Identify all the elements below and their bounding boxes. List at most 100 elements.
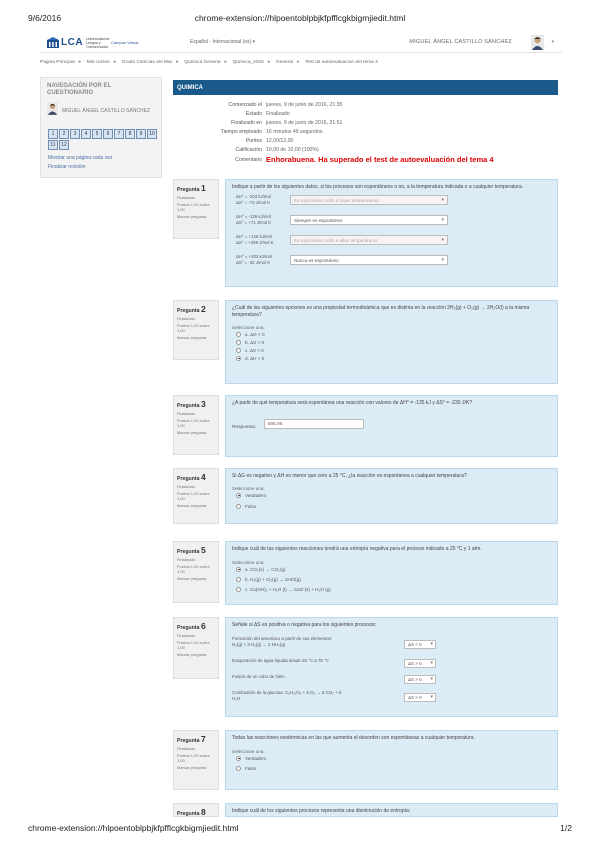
flag-question-link[interactable]: Marcar pregunta — [177, 335, 215, 340]
answer-option[interactable]: a. ΔG < 0 — [232, 330, 551, 338]
question-content: ¿A partir de qué temperatura será espont… — [225, 395, 558, 457]
question-nav-button[interactable]: 9 — [136, 129, 146, 139]
question-4: Pregunta 4 Finalizado Puntúa 1,00 sobre … — [173, 468, 558, 524]
radio-icon[interactable] — [236, 339, 241, 345]
answer-option[interactable]: c. ΔS < 0 — [232, 346, 551, 354]
question-nav-button[interactable]: 1 — [48, 129, 58, 139]
question-text: Indique a partir de los siguientes datos… — [232, 184, 524, 190]
flag-question-link[interactable]: Marcar pregunta — [177, 430, 215, 435]
match-select[interactable]: ΔS > 0 — [404, 675, 436, 684]
breadcrumb-item[interactable]: Química General — [184, 60, 220, 65]
answer-row: Respuesta: 586,95 — [232, 415, 551, 433]
flag-question-link[interactable]: Marcar pregunta — [177, 576, 215, 581]
question-nav-button[interactable]: 3 — [70, 129, 80, 139]
answer-label: Respuesta: — [232, 425, 257, 430]
logo-text: LCA — [61, 37, 84, 48]
question-nav-button[interactable]: 5 — [92, 129, 102, 139]
logo-campus: Campus Virtual — [111, 40, 139, 45]
show-one-page-link[interactable]: Mostrar una página cada vez — [48, 155, 112, 161]
user-menu-name[interactable]: MIGUEL ÁNGEL CASTILLO SÁNCHEZ — [409, 39, 512, 45]
match-select[interactable]: Es espontáneo sólo a altas temperaturas — [290, 235, 448, 245]
question-nav-button[interactable]: 7 — [114, 129, 124, 139]
radio-icon[interactable] — [236, 755, 241, 761]
match-label: ΔH° = -126 kJ/mol ΔS° = +71 J/mol K — [236, 214, 272, 225]
flag-question-link[interactable]: Marcar pregunta — [177, 503, 215, 508]
answer-option[interactable]: Falso — [232, 502, 551, 510]
match-select[interactable]: Nunca es espontáneo — [290, 255, 448, 265]
breadcrumb-item[interactable]: General — [276, 60, 293, 65]
question-text: Señale si ΔS es positiva o negativa para… — [232, 622, 377, 628]
match-select[interactable]: ΔS > 0 — [404, 693, 436, 702]
question-state: Finalizado — [177, 557, 196, 562]
chevron-down-icon[interactable]: ▾ — [551, 39, 554, 45]
match-select[interactable]: ΔS < 0 — [404, 640, 436, 649]
flag-question-link[interactable]: Marcar pregunta — [177, 214, 215, 219]
breadcrumb-item[interactable]: Test de autoevaluación del tema 4 — [305, 60, 378, 65]
question-state: Finalizado — [177, 411, 196, 416]
radio-icon[interactable] — [236, 347, 241, 353]
flag-question-link[interactable]: Marcar pregunta — [177, 765, 215, 770]
answer-option[interactable]: b. ΔS > 0 — [232, 338, 551, 346]
chevron-right-icon: ► — [112, 60, 118, 65]
match-label: ΔH° = +203 kJ/mol ΔS° = -32 J/mol K — [236, 254, 272, 265]
radio-icon[interactable] — [236, 331, 241, 337]
match-row: ΔH° = -203 kJ/mol ΔS° = -73 J/mol K Es es… — [232, 191, 551, 211]
summary-label: Finalizado en — [231, 120, 262, 126]
avatar — [47, 102, 58, 115]
site-logo[interactable]: LCA Universidad de Lengua y Comunicación… — [47, 36, 138, 49]
question-grade: Puntúa 1,00 sobre 1,00 — [177, 491, 210, 501]
question-state: Finalizado — [177, 746, 196, 751]
match-select[interactable]: Es espontáneo sólo a bajas temperaturas — [290, 195, 448, 205]
chevron-right-icon: ► — [77, 60, 83, 65]
chevron-right-icon: ► — [175, 60, 180, 65]
answer-option[interactable]: d. ΔH < 0 — [232, 354, 551, 362]
flag-question-link[interactable]: Marcar pregunta — [177, 652, 215, 657]
radio-icon[interactable] — [236, 765, 241, 771]
match-select[interactable]: ΔS > 0 — [404, 659, 436, 668]
answer-option[interactable]: Verdadero — [232, 491, 551, 499]
question-state: Finalizado — [177, 484, 196, 489]
match-row: Fusión de un cubo de hielo ΔS > 0 — [232, 671, 551, 687]
question-number: Pregunta 1 — [177, 183, 206, 193]
top-navbar: LCA Universidad de Lengua y Comunicación… — [40, 33, 562, 53]
answer-option[interactable]: b. H₂(g) + Cl₂(g) → 2HCl(g) — [232, 575, 551, 583]
summary-label: Estado — [245, 111, 262, 117]
question-text: Si ΔG es negativo y ΔH es menor que cero… — [232, 473, 467, 479]
question-nav-button[interactable]: 10 — [147, 129, 157, 139]
answer-input[interactable]: 586,95 — [263, 418, 364, 429]
summary-value: 10,00 de 10,00 (100%) — [266, 147, 319, 153]
radio-icon[interactable] — [236, 492, 241, 498]
question-number: Pregunta 2 — [177, 304, 206, 314]
question-nav-button[interactable]: 12 — [59, 140, 69, 150]
breadcrumb-item[interactable]: Página Principal — [40, 60, 75, 65]
breadcrumb-item[interactable]: Química_2016 — [233, 60, 264, 65]
radio-icon[interactable] — [236, 566, 241, 572]
match-select[interactable]: Siempre es espontáneo — [290, 215, 448, 225]
avatar[interactable] — [531, 35, 544, 50]
answer-option[interactable]: Verdadero — [232, 754, 551, 762]
summary-label: Tiempo empleado — [220, 129, 262, 135]
finish-review-link[interactable]: Finalizar revisión — [48, 164, 86, 170]
question-nav-button[interactable]: 2 — [59, 129, 69, 139]
radio-icon[interactable] — [236, 355, 241, 361]
breadcrumb-item[interactable]: Mis cursos — [87, 60, 110, 65]
breadcrumb-item[interactable]: Grado Ciencias del Mar — [122, 60, 172, 65]
question-text: ¿A partir de qué temperatura será espont… — [232, 400, 472, 406]
chevron-right-icon: ► — [266, 60, 272, 65]
answer-option[interactable]: c. Ca(OH)₂ + H₂O (l) → CaO (s) + H₂O (g) — [232, 585, 551, 593]
question-state: Finalizado — [177, 195, 196, 200]
radio-icon[interactable] — [236, 503, 241, 509]
answer-option[interactable]: Falso — [232, 764, 551, 772]
match-label: ΔH° = -203 kJ/mol ΔS° = -73 J/mol K — [236, 194, 271, 205]
answer-option[interactable]: a. CO₂(s) → CO₂(g) — [232, 565, 551, 573]
radio-icon[interactable] — [236, 576, 241, 582]
summary-label: Comentario — [235, 157, 262, 163]
question-nav-button[interactable]: 4 — [81, 129, 91, 139]
question-nav-button[interactable]: 11 — [48, 140, 58, 150]
summary-label: Comenzado el — [228, 102, 262, 108]
question-nav-button[interactable]: 8 — [125, 129, 135, 139]
radio-icon[interactable] — [236, 586, 241, 592]
question-nav-button[interactable]: 6 — [103, 129, 113, 139]
language-selector[interactable]: Español - Internacional (es) ▾ — [190, 39, 255, 45]
question-info: Pregunta 1 Finalizado Puntúa 1,00 sobre … — [173, 179, 219, 239]
